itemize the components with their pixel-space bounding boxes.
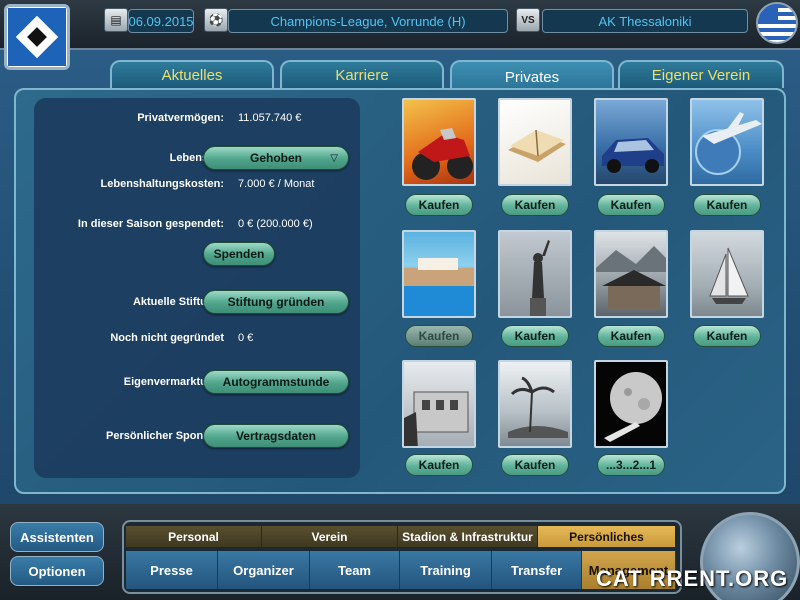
calendar-icon[interactable]: ▤ [104, 8, 128, 32]
buy-button-car[interactable]: Kaufen [597, 194, 665, 216]
options-button[interactable]: Optionen [10, 556, 104, 586]
buy-button-pool-villa[interactable]: Kaufen [405, 325, 473, 347]
wealth-label: Privatvermögen: [137, 112, 224, 124]
lifestyle-value: Gehoben [249, 151, 302, 165]
autograph-session-button[interactable]: Autogrammstunde [203, 370, 349, 394]
buy-button-mansion[interactable]: Kaufen [405, 454, 473, 476]
chalet-image [594, 230, 668, 318]
buy-button-sailboat[interactable]: Kaufen [693, 325, 761, 347]
opponent-field: AK Thessaloniki [542, 9, 748, 33]
nav-presse[interactable]: Presse [126, 551, 218, 589]
subtab-persoenliches[interactable]: Persönliches [538, 526, 676, 547]
living-cost-value: 7.000 € / Monat [238, 178, 315, 190]
book-image [498, 98, 572, 186]
self-marketing-label: Eigenvermarktung: [123, 376, 224, 388]
mansion-image [402, 360, 476, 448]
subtab-stadion[interactable]: Stadion & Infrastruktur [398, 526, 538, 547]
sailboat-image [690, 230, 764, 318]
watermark: CAT RRENT.ORG [596, 566, 789, 591]
airplane-image [690, 98, 764, 186]
tab-aktuelles[interactable]: Aktuelles [110, 60, 274, 88]
nav-organizer[interactable]: Organizer [218, 551, 310, 589]
not-founded-label: Noch nicht gegründet [110, 332, 224, 344]
tab-karriere[interactable]: Karriere [280, 60, 444, 88]
buy-button-airplane[interactable]: Kaufen [693, 194, 761, 216]
living-cost-label: Lebenshaltungskosten: [100, 178, 224, 190]
car-image [594, 98, 668, 186]
found-foundation-button[interactable]: Stiftung gründen [203, 290, 349, 314]
tab-eigener-verein[interactable]: Eigener Verein [618, 60, 784, 88]
buy-button-chalet[interactable]: Kaufen [597, 325, 665, 347]
sponsor-label: Persönlicher Sponsor: [106, 430, 224, 442]
competition-field: Champions-League, Vorrunde (H) [228, 9, 508, 33]
lifestyle-label: Lebensstil [169, 152, 224, 164]
pool-villa-image [402, 230, 476, 318]
nav-training[interactable]: Training [400, 551, 492, 589]
top-bar: ▤ 06.09.2015 ⚽ Champions-League, Vorrund… [0, 0, 800, 50]
buy-button-statue-of-liberty[interactable]: Kaufen [501, 325, 569, 347]
island-image [498, 360, 572, 448]
assistants-button[interactable]: Assistenten [10, 522, 104, 552]
buy-button-motorbike[interactable]: Kaufen [405, 194, 473, 216]
date-field: 06.09.2015 [128, 9, 194, 33]
chevron-down-icon: ▽ [330, 152, 338, 164]
nav-team[interactable]: Team [310, 551, 400, 589]
subtab-personal[interactable]: Personal [126, 526, 262, 547]
private-info-panel: Privatvermögen: 11.057.740 € Lebensstil … [34, 98, 360, 478]
foundation-label: Aktuelle Stiftung: [132, 296, 224, 308]
wealth-value: 11.057.740 € [238, 112, 302, 124]
motorbike-image [402, 98, 476, 186]
donated-label: In dieser Saison gespendet: [77, 218, 224, 230]
buy-button-book[interactable]: Kaufen [501, 194, 569, 216]
subtab-verein[interactable]: Verein [262, 526, 398, 547]
contract-data-button[interactable]: Vertragsdaten [203, 424, 349, 448]
countdown-button-space-shuttle[interactable]: ...3...2...1 [597, 454, 665, 476]
statue-of-liberty-image [498, 230, 572, 318]
buy-button-island[interactable]: Kaufen [501, 454, 569, 476]
vs-icon: VS [516, 8, 540, 32]
greece-flag-icon [756, 2, 798, 44]
space-shuttle-image [594, 360, 668, 448]
not-founded-value: 0 € [238, 332, 254, 344]
nav-transfer[interactable]: Transfer [492, 551, 582, 589]
donate-button[interactable]: Spenden [203, 242, 275, 266]
club-logo[interactable] [4, 4, 70, 70]
donated-value: 0 € (200.000 €) [238, 218, 313, 230]
lifestyle-select[interactable]: Gehoben ▽ [203, 146, 349, 170]
match-icon[interactable]: ⚽ [204, 8, 228, 32]
